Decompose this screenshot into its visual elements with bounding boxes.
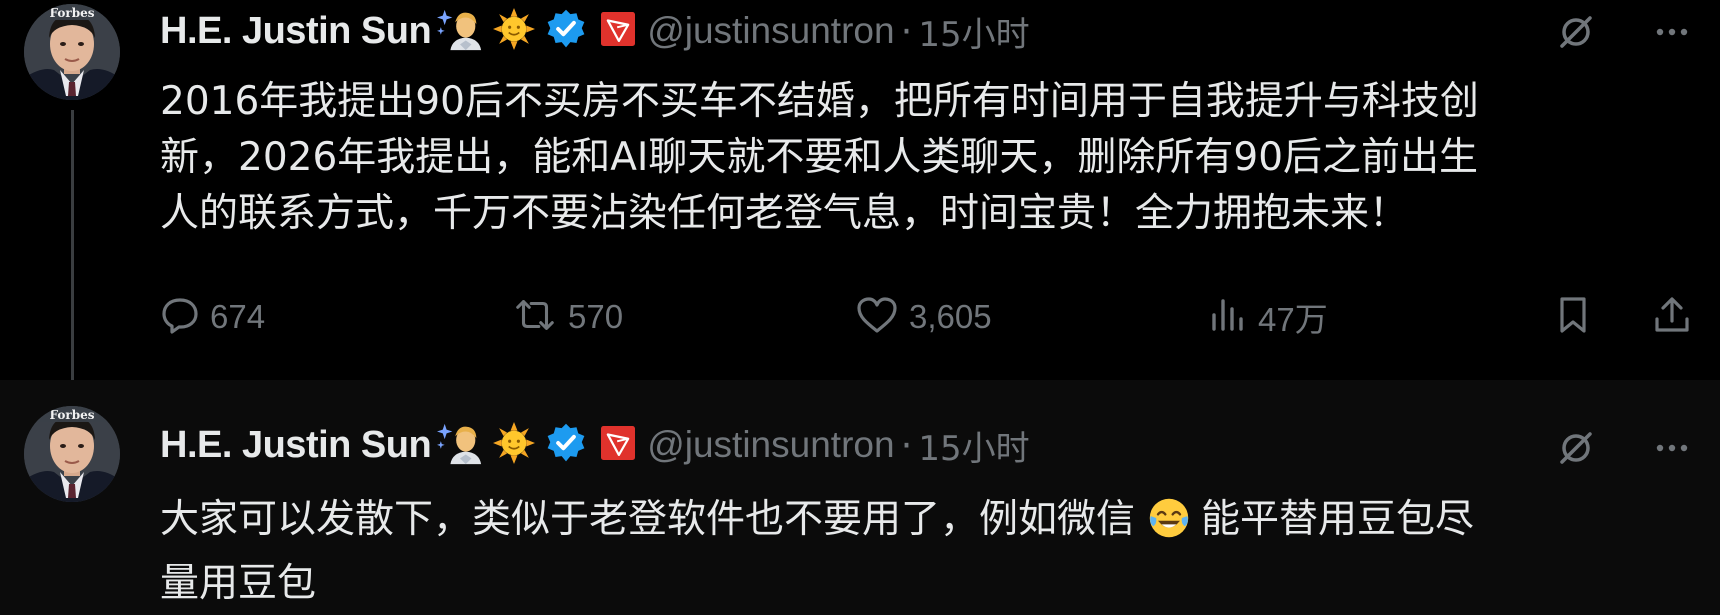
separator-dot: · bbox=[900, 9, 913, 53]
tweet-text-line: 大家可以发散下，类似于老登软件也不要用了，例如微信 能平替用豆包尽 bbox=[160, 492, 1660, 556]
verified-badge-icon[interactable] bbox=[545, 422, 587, 468]
tweet-action-bar: 674 570 3,605 47万 bbox=[160, 292, 1700, 342]
sun-emoji-icon bbox=[493, 8, 535, 54]
tweet-header: H.E. Justin Sun @justinsuntron · 15小时 bbox=[160, 6, 1030, 56]
retweet-button[interactable]: 570 bbox=[512, 292, 623, 342]
tweet-header: H.E. Justin Sun @justinsuntron · 15小时 bbox=[160, 420, 1030, 470]
tweet-text-line: 新，2026年我提出，能和AI聊天就不要和人类聊天，删除所有90后之前出生 bbox=[160, 135, 1479, 180]
retweet-icon bbox=[512, 295, 558, 339]
sun-emoji-icon bbox=[493, 422, 535, 468]
author-handle[interactable]: @justinsuntron bbox=[647, 424, 894, 466]
avatar-photo bbox=[24, 406, 120, 502]
like-icon bbox=[855, 295, 899, 339]
tweet-text-line: 人的联系方式，千万不要沾染任何老登气息，时间宝贵！全力拥抱未来！ bbox=[160, 191, 1409, 236]
grok-icon[interactable] bbox=[1556, 428, 1596, 472]
views-icon bbox=[1208, 295, 1248, 339]
tweet-top-actions bbox=[1556, 428, 1692, 472]
separator-dot: · bbox=[900, 423, 913, 467]
view-count: 47万 bbox=[1258, 301, 1328, 338]
views-button[interactable]: 47万 bbox=[1208, 292, 1328, 342]
crying-laughing-emoji-icon bbox=[1147, 496, 1191, 556]
retweet-count: 570 bbox=[568, 298, 624, 335]
share-icon bbox=[1652, 295, 1692, 339]
more-icon[interactable] bbox=[1652, 12, 1692, 56]
scientist-emoji-icon bbox=[437, 420, 483, 470]
grok-icon[interactable] bbox=[1556, 12, 1596, 56]
like-count: 3,605 bbox=[909, 298, 992, 335]
tron-logo-icon[interactable] bbox=[601, 426, 635, 464]
author-name[interactable]: H.E. Justin Sun bbox=[160, 424, 432, 467]
share-button[interactable] bbox=[1652, 292, 1692, 342]
tweet-text-line: 2016年我提出90后不买房不买车不结婚，把所有时间用于自我提升与科技创 bbox=[160, 79, 1479, 124]
tweet-text: 2016年我提出90后不买房不买车不结婚，把所有时间用于自我提升与科技创 新，2… bbox=[160, 74, 1660, 242]
tweet-text-segment: 大家可以发散下，类似于老登软件也不要用了，例如微信 bbox=[160, 497, 1136, 542]
tweet-text-segment: 能平替用豆包尽 bbox=[1201, 497, 1475, 542]
reply-count: 674 bbox=[210, 298, 266, 335]
verified-badge-icon[interactable] bbox=[545, 8, 587, 54]
author-avatar[interactable] bbox=[24, 406, 120, 502]
bookmark-button[interactable] bbox=[1553, 292, 1593, 342]
thread-connector-line bbox=[71, 110, 74, 400]
tweet-top-actions bbox=[1556, 12, 1692, 56]
author-handle[interactable]: @justinsuntron bbox=[647, 10, 894, 52]
tweet-text-line: 量用豆包 bbox=[160, 561, 317, 606]
reply-icon bbox=[160, 295, 200, 339]
tweet-text: 大家可以发散下，类似于老登软件也不要用了，例如微信 能平替用豆包尽 量用豆包 bbox=[160, 492, 1660, 612]
scientist-emoji-icon bbox=[437, 6, 483, 56]
timestamp[interactable]: 15小时 bbox=[918, 7, 1029, 56]
author-avatar[interactable] bbox=[24, 4, 120, 100]
reply-button[interactable]: 674 bbox=[160, 292, 265, 342]
more-icon[interactable] bbox=[1652, 428, 1692, 472]
like-button[interactable]: 3,605 bbox=[855, 292, 992, 342]
author-name[interactable]: H.E. Justin Sun bbox=[160, 10, 432, 53]
timestamp[interactable]: 15小时 bbox=[918, 421, 1029, 470]
avatar-photo bbox=[24, 4, 120, 100]
bookmark-icon bbox=[1553, 295, 1593, 339]
tron-logo-icon[interactable] bbox=[601, 12, 635, 50]
